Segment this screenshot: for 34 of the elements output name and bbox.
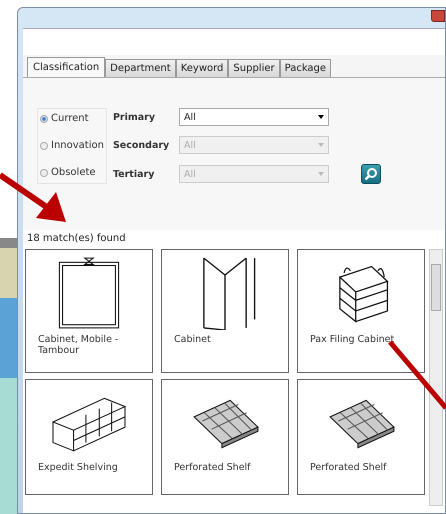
tab[interactable]: Classification: [27, 57, 106, 77]
radio-label: Innovation: [51, 140, 104, 151]
status-radio[interactable]: Current: [40, 113, 104, 124]
match-count: 18 match(es) found: [23, 230, 445, 247]
filter-label: Primary: [112, 112, 156, 122]
radio-label: Current: [51, 113, 89, 124]
result-tile[interactable]: Pax Filing Cabinet: [297, 249, 425, 373]
result-tile[interactable]: Cabinet: [161, 249, 289, 373]
result-tile[interactable]: Perforated Shelf: [161, 379, 289, 495]
caret-icon: [318, 143, 324, 147]
tab[interactable]: Package: [280, 59, 332, 77]
result-label: Pax Filing Cabinet: [309, 334, 396, 345]
result-label: Cabinet, Mobile - Tambour: [37, 334, 120, 356]
tab[interactable]: Supplier: [228, 59, 280, 77]
caret-icon: [318, 115, 324, 119]
radio-label: Obsolete: [51, 167, 96, 178]
result-tile[interactable]: Expedit Shelving: [25, 379, 153, 495]
status-radio[interactable]: Obsolete: [40, 167, 104, 178]
result-label: Expedit Shelving: [37, 462, 119, 473]
filter-label: Secondary: [112, 140, 170, 150]
search-icon: [364, 167, 378, 181]
status-radio[interactable]: Innovation: [40, 140, 104, 151]
caret-icon: [318, 172, 324, 176]
tab[interactable]: Keyword: [176, 59, 228, 77]
result-label: Perforated Shelf: [309, 462, 388, 473]
result-label: Cabinet: [173, 334, 212, 345]
result-tile[interactable]: Cabinet, Mobile - Tambour: [25, 249, 153, 373]
scrollbar[interactable]: [429, 249, 443, 506]
tab[interactable]: Department: [105, 59, 176, 77]
result-tile[interactable]: Perforated Shelf: [297, 379, 425, 495]
result-label: Perforated Shelf: [173, 462, 252, 473]
filter-label: Tertiary: [112, 168, 156, 180]
search-button[interactable]: [360, 164, 381, 184]
dropdown[interactable]: All: [178, 108, 329, 126]
